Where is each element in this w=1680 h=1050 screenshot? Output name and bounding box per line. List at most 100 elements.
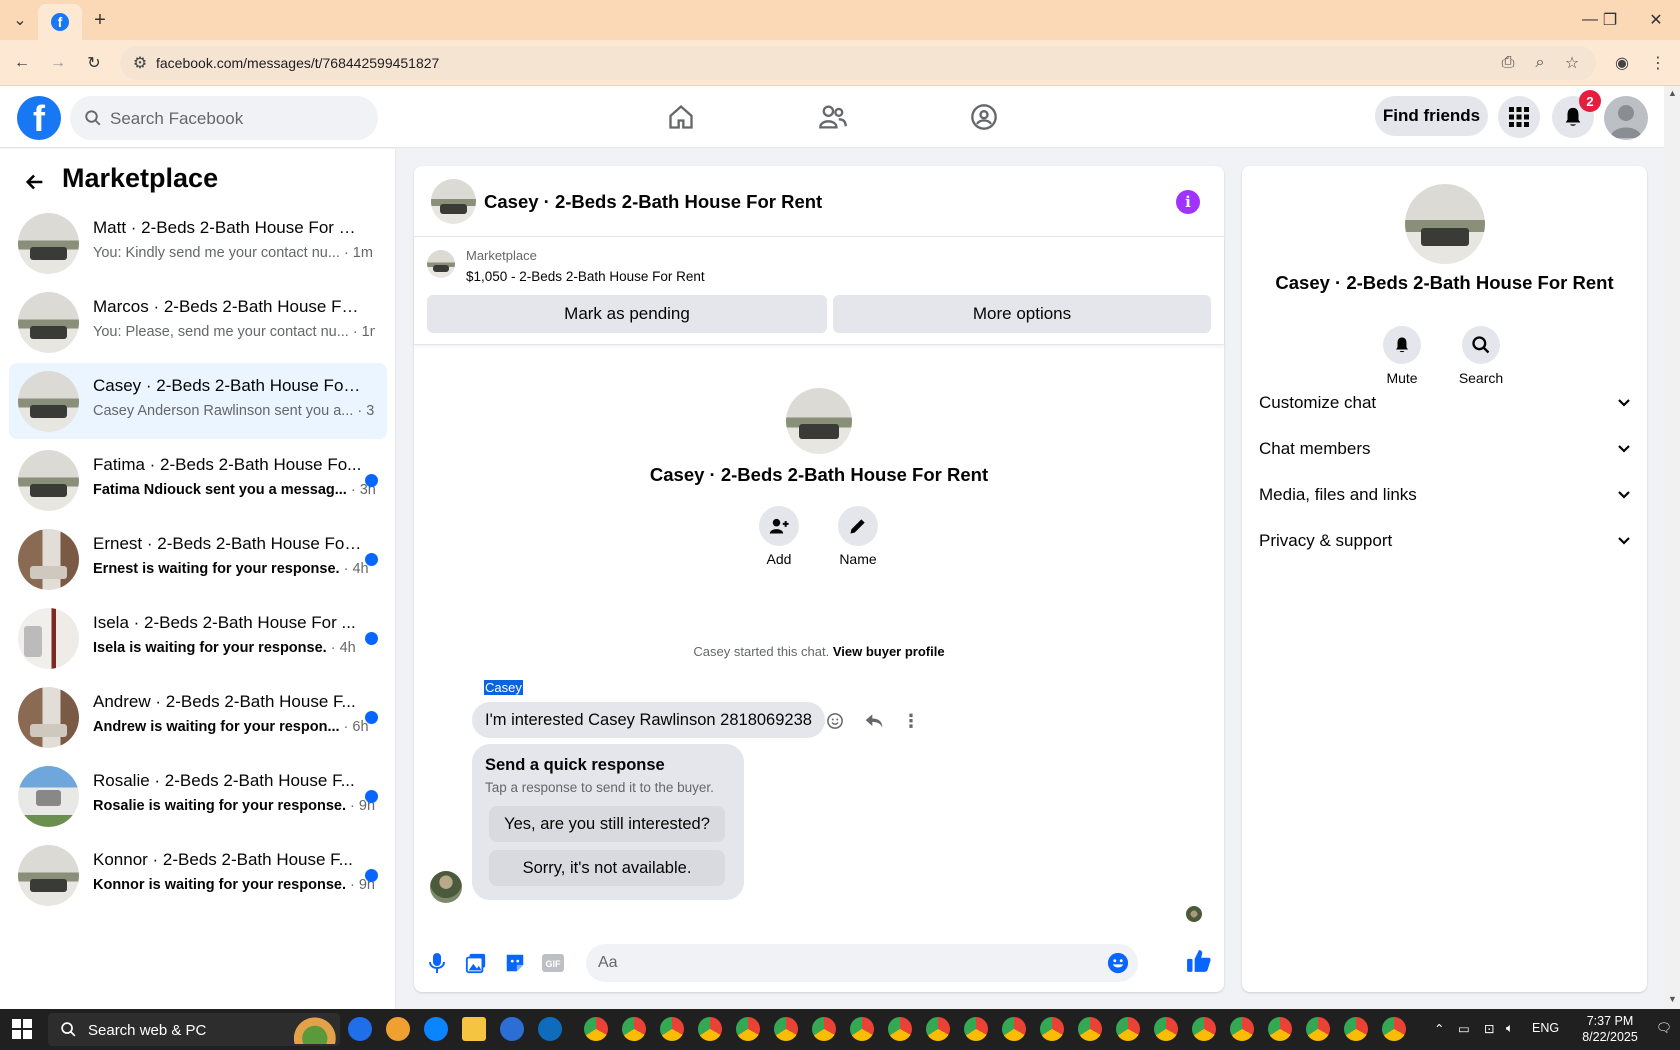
info-avatar[interactable]	[1405, 184, 1485, 264]
conversation-thumbnail[interactable]	[431, 179, 476, 224]
search-in-chat-icon[interactable]	[1462, 326, 1500, 364]
info-section-row[interactable]: Media, files and links	[1259, 472, 1631, 518]
new-tab-icon[interactable]: +	[88, 8, 112, 32]
tab-search-icon[interactable]: ⌄	[8, 8, 32, 32]
chrome-window-icon[interactable]	[660, 1017, 684, 1041]
info-section-row[interactable]: Customize chat	[1259, 380, 1631, 426]
install-app-icon[interactable]: ⎙	[1496, 51, 1520, 75]
site-info-icon[interactable]: ⚙	[128, 51, 152, 75]
conversation-title[interactable]: Casey · 2-Beds 2-Bath House For Rent	[484, 191, 822, 213]
input-language[interactable]: ENG	[1532, 1021, 1559, 1035]
chat-list-item[interactable]: Marcos · 2-Beds 2-Bath House For ... You:…	[9, 284, 387, 360]
view-buyer-profile-link[interactable]: View buyer profile	[833, 644, 945, 659]
bookmark-star-icon[interactable]: ☆	[1560, 51, 1584, 75]
back-arrow-icon[interactable]	[20, 167, 50, 197]
taskbar-app-icon[interactable]	[424, 1017, 448, 1041]
taskbar-search-box[interactable]: Search web & PC	[48, 1013, 340, 1046]
chrome-window-icon[interactable]	[1344, 1017, 1368, 1041]
thumbs-up-icon[interactable]	[1186, 948, 1212, 974]
chrome-window-icon[interactable]	[1306, 1017, 1330, 1041]
sender-avatar[interactable]	[430, 871, 462, 903]
mute-bell-icon[interactable]	[1383, 326, 1421, 364]
forward-icon[interactable]: →	[46, 51, 70, 75]
chrome-window-icon[interactable]	[698, 1017, 722, 1041]
microphone-icon[interactable]	[424, 950, 450, 976]
taskbar-app-icon[interactable]	[462, 1017, 486, 1041]
browser-tab-facebook[interactable]: f	[38, 4, 82, 40]
page-scrollbar[interactable]: ▲ ▼	[1664, 86, 1680, 1009]
quick-reply-not-available-button[interactable]: Sorry, it's not available.	[489, 850, 725, 886]
chrome-window-icon[interactable]	[1078, 1017, 1102, 1041]
more-options-button[interactable]: More options	[833, 295, 1211, 333]
find-friends-button[interactable]: Find friends	[1375, 96, 1488, 136]
chat-list-item[interactable]: Andrew · 2-Beds 2-Bath House F... Andrew …	[9, 679, 387, 755]
add-person-icon[interactable]	[759, 506, 799, 546]
notification-center-icon[interactable]: 🗨︎	[1656, 1021, 1672, 1036]
taskbar-app-icon[interactable]	[348, 1017, 372, 1041]
chat-list-item[interactable]: Isela · 2-Beds 2-Bath House For ... Isela…	[9, 600, 387, 676]
zoom-icon[interactable]: ⌕	[1528, 51, 1552, 75]
chrome-window-icon[interactable]	[850, 1017, 874, 1041]
chrome-window-icon[interactable]	[1116, 1017, 1140, 1041]
chrome-window-icon[interactable]	[622, 1017, 646, 1041]
chrome-window-icon[interactable]	[812, 1017, 836, 1041]
chrome-window-icon[interactable]	[1192, 1017, 1216, 1041]
search-facebook-input[interactable]: Search Facebook	[70, 96, 378, 140]
quick-reply-still-interested-button[interactable]: Yes, are you still interested?	[489, 806, 725, 842]
scroll-down-icon[interactable]: ▼	[1668, 994, 1677, 1004]
tray-overflow-icon[interactable]: ⌃	[1434, 1021, 1444, 1036]
info-icon[interactable]: i	[1176, 190, 1200, 214]
chrome-window-icon[interactable]	[1382, 1017, 1406, 1041]
groups-icon[interactable]	[966, 99, 1002, 135]
info-section-row[interactable]: Privacy & support	[1259, 518, 1631, 564]
chrome-window-icon[interactable]	[1230, 1017, 1254, 1041]
reply-icon[interactable]	[863, 710, 885, 732]
listing-price[interactable]: $1,050 - 2-Beds 2-Bath House For Rent	[466, 269, 705, 284]
close-window-icon[interactable]: ✕	[1644, 8, 1668, 32]
chrome-window-icon[interactable]	[1154, 1017, 1178, 1041]
menu-grid-icon[interactable]	[1498, 96, 1540, 138]
listing-thumbnail[interactable]	[427, 250, 455, 278]
chrome-window-icon[interactable]	[964, 1017, 988, 1041]
back-icon[interactable]: ←	[10, 51, 34, 75]
chrome-window-icon[interactable]	[584, 1017, 608, 1041]
mark-as-pending-button[interactable]: Mark as pending	[427, 295, 827, 333]
message-bubble[interactable]: I'm interested Casey Rawlinson 281806923…	[472, 702, 825, 738]
chrome-window-icon[interactable]	[1002, 1017, 1026, 1041]
facebook-logo-icon[interactable]: f	[17, 96, 61, 140]
browser-menu-icon[interactable]: ⋮	[1646, 51, 1670, 75]
more-actions-icon[interactable]: ⋮	[900, 710, 922, 732]
chat-list-item[interactable]: Casey · 2-Beds 2-Bath House For R... Case…	[9, 363, 387, 439]
chat-list-item[interactable]: Ernest · 2-Beds 2-Bath House For... Ernes…	[9, 521, 387, 597]
chrome-window-icon[interactable]	[1268, 1017, 1292, 1041]
chat-list-item[interactable]: Matt · 2-Beds 2-Bath House For Re... You:…	[9, 205, 387, 281]
network-icon[interactable]: ⊡	[1484, 1021, 1494, 1036]
chrome-window-icon[interactable]	[736, 1017, 760, 1041]
chrome-window-icon[interactable]	[926, 1017, 950, 1041]
sticker-icon[interactable]	[502, 950, 528, 976]
profile-avatar[interactable]	[786, 388, 852, 454]
scroll-up-icon[interactable]: ▲	[1668, 88, 1677, 98]
taskbar-app-icon[interactable]	[538, 1017, 562, 1041]
info-section-row[interactable]: Chat members	[1259, 426, 1631, 472]
gif-icon[interactable]: GIF	[540, 950, 566, 976]
chat-list-item[interactable]: Fatima · 2-Beds 2-Bath House Fo... Fatima…	[9, 442, 387, 518]
profile-icon[interactable]: ◉	[1610, 51, 1634, 75]
chat-list-item[interactable]: Konnor · 2-Beds 2-Bath House F... Konnor …	[9, 837, 387, 913]
tray-device-icon[interactable]: ▭	[1458, 1021, 1470, 1036]
taskbar-clock[interactable]: 7:37 PM 8/22/2025	[1578, 1013, 1642, 1045]
taskbar-app-icon[interactable]	[386, 1017, 410, 1041]
account-avatar[interactable]	[1604, 96, 1648, 140]
edit-name-pencil-icon[interactable]	[838, 506, 878, 546]
chrome-window-icon[interactable]	[888, 1017, 912, 1041]
chrome-window-icon[interactable]	[1040, 1017, 1064, 1041]
chat-list-item[interactable]: Rosalie · 2-Beds 2-Bath House F... Rosali…	[9, 758, 387, 834]
reload-icon[interactable]: ↻	[82, 51, 106, 75]
volume-icon[interactable]: 🔈︎	[1506, 1021, 1514, 1036]
message-input[interactable]: Aa	[586, 944, 1138, 982]
windows-start-icon[interactable]	[12, 1019, 32, 1039]
photo-icon[interactable]	[463, 950, 489, 976]
restore-icon[interactable]: ❐	[1598, 8, 1622, 32]
home-icon[interactable]	[663, 99, 699, 135]
friends-icon[interactable]	[815, 99, 851, 135]
